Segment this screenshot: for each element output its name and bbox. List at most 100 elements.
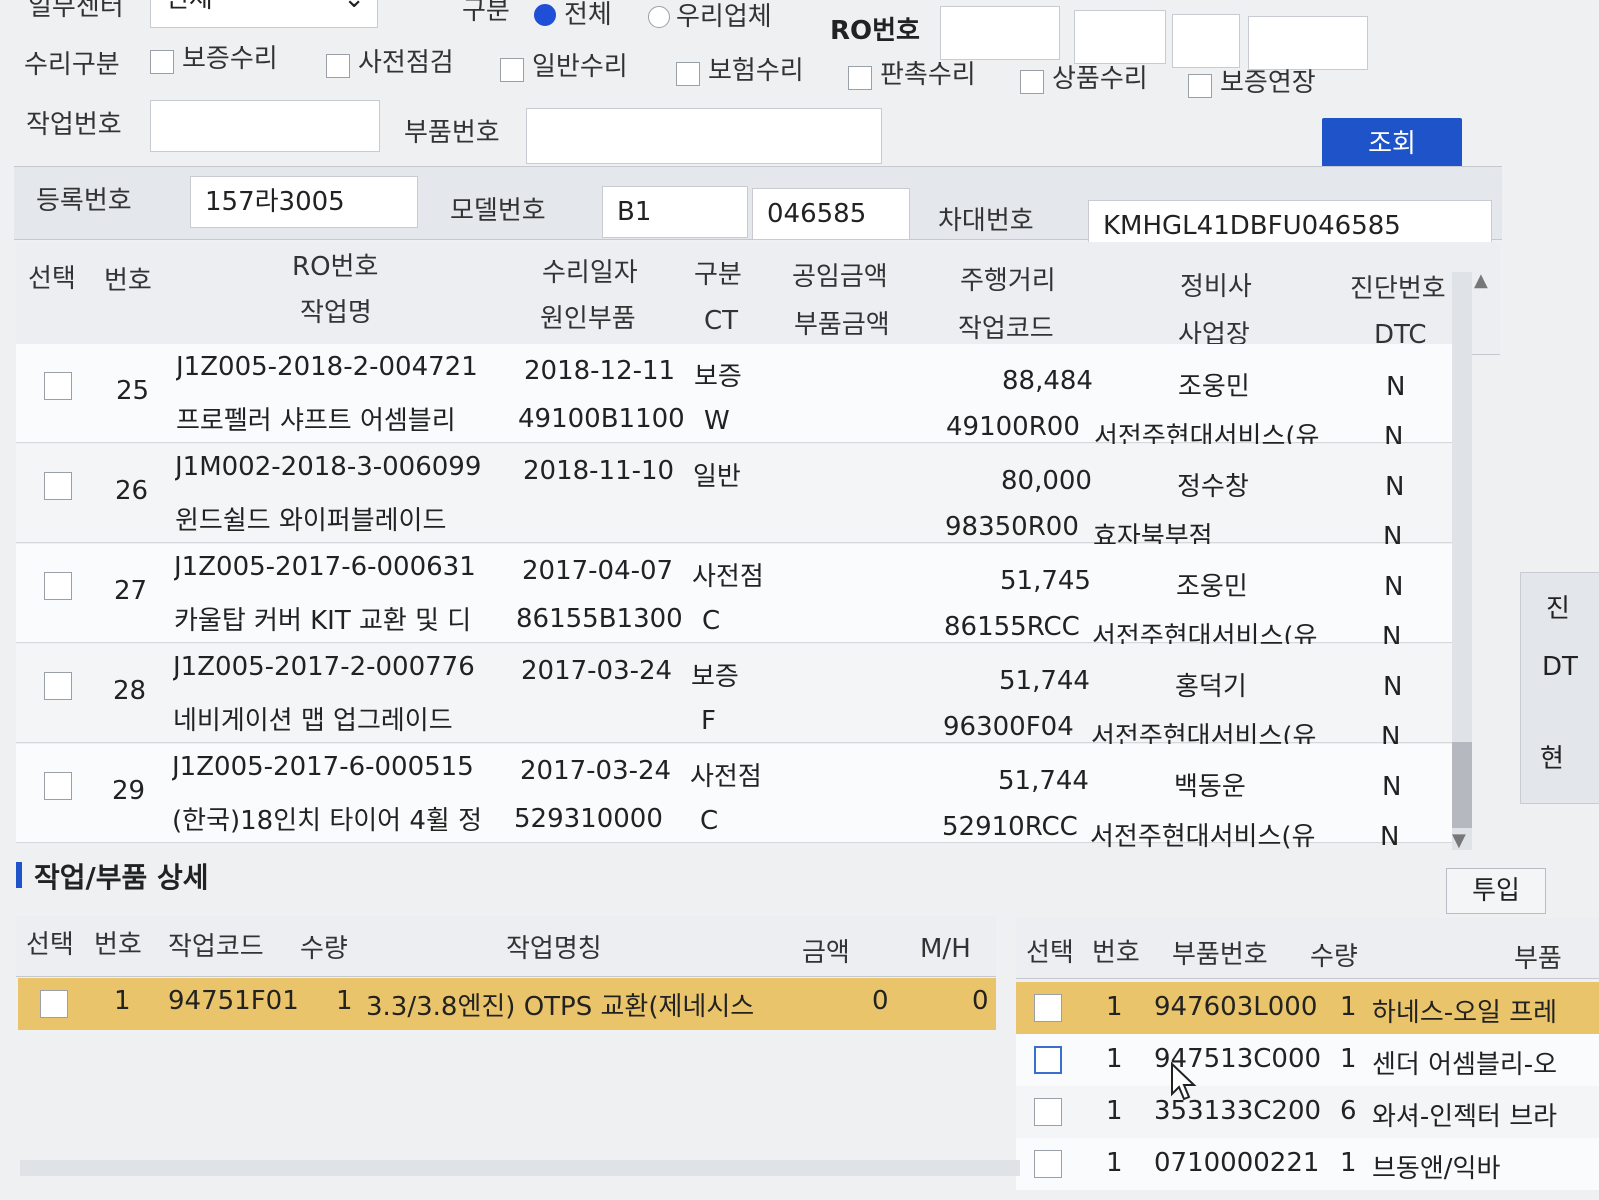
history-scrollbar-thumb[interactable]	[1452, 742, 1472, 828]
column-header: 수리일자	[542, 258, 638, 288]
top-filter-select-value: 전체	[165, 0, 213, 14]
work-cell-mh: 0	[972, 986, 989, 1016]
mouse-cursor-icon	[1171, 1062, 1197, 1101]
row-select-checkbox[interactable]	[44, 772, 72, 800]
history-cell-work: 카울탑 커버 KIT 교환 및 디	[174, 606, 472, 636]
history-cell-no: 26	[115, 476, 149, 506]
history-cell-mechanic: 백동운	[1174, 772, 1246, 802]
part-column-header: 수량	[1310, 942, 1358, 972]
repair-type-option: 일반수리	[532, 52, 628, 82]
history-cell-ct: F	[701, 706, 716, 736]
history-cell-cause: 86155B1300	[516, 604, 683, 634]
history-cell-diag: N	[1385, 472, 1405, 502]
repair-type-checkbox[interactable]	[1188, 74, 1212, 98]
repair-type-checkbox[interactable]	[848, 66, 872, 90]
work-cell-qty: 1	[336, 986, 353, 1016]
work-cell-no: 1	[114, 986, 131, 1016]
row-divider	[16, 542, 1452, 543]
row-select-checkbox[interactable]	[44, 572, 72, 600]
part-row-checkbox[interactable]	[1034, 994, 1062, 1022]
model-no-field-1[interactable]: B1	[602, 186, 748, 238]
part-cell-qty: 1	[1340, 992, 1357, 1022]
part-no-label: 부품번호	[404, 118, 500, 148]
history-cell-diag: N	[1383, 672, 1403, 702]
column-header: 진단번호	[1350, 274, 1446, 304]
part-cell-no: 1	[1106, 992, 1123, 1022]
history-cell-ro: J1M002-2018-3-006099	[175, 452, 482, 482]
row-select-checkbox[interactable]	[44, 372, 72, 400]
part-cell-qty: 1	[1340, 1044, 1357, 1074]
ro-input-2[interactable]	[1074, 10, 1166, 64]
side-tab-1[interactable]: 진	[1546, 588, 1570, 625]
column-header: 원인부품	[540, 304, 636, 334]
history-cell-gubun: 사전점	[690, 762, 762, 792]
repair-type-option: 보험수리	[708, 56, 804, 86]
search-button[interactable]: 조회	[1322, 118, 1462, 172]
column-header: CT	[704, 306, 739, 336]
ro-input-1[interactable]	[940, 6, 1060, 60]
gubun-radio-all[interactable]	[534, 4, 556, 26]
side-tab-3[interactable]: 현	[1540, 738, 1564, 775]
part-cell-qty: 1	[1340, 1148, 1357, 1178]
work-cell-amount: 0	[872, 986, 889, 1016]
part-cell-qty: 6	[1340, 1096, 1357, 1126]
history-cell-gubun: 보증	[691, 662, 739, 692]
ro-label: RO번호	[830, 16, 920, 46]
part-row-checkbox[interactable]	[1034, 1046, 1062, 1074]
history-cell-work: 프로펠러 샤프트 어셈블리	[176, 406, 456, 436]
input-button[interactable]: 투입	[1446, 868, 1546, 914]
part-row-checkbox[interactable]	[1034, 1150, 1062, 1178]
work-row-checkbox[interactable]	[40, 990, 68, 1018]
top-filter-select[interactable]: 전체 ⌄	[150, 0, 378, 28]
part-row-checkbox[interactable]	[1034, 1098, 1062, 1126]
repair-type-option: 보증연장	[1220, 68, 1316, 98]
row-select-checkbox[interactable]	[44, 672, 72, 700]
history-cell-mileage: 88,484	[1002, 366, 1093, 396]
vin-label: 차대번호	[938, 206, 1034, 236]
work-no-input[interactable]	[150, 100, 380, 152]
history-cell-mechanic: 홍덕기	[1175, 672, 1247, 702]
repair-type-checkbox[interactable]	[326, 54, 350, 78]
history-cell-code: 96300F04	[943, 712, 1074, 742]
horizontal-scrollbar[interactable]	[20, 1160, 1020, 1176]
repair-type-checkbox[interactable]	[1020, 70, 1044, 94]
scroll-up-icon[interactable]: ▲	[1474, 270, 1488, 291]
history-cell-date: 2017-03-24	[521, 656, 673, 686]
scroll-down-icon[interactable]: ▼	[1452, 830, 1466, 851]
repair-type-checkbox[interactable]	[500, 58, 524, 82]
history-cell-mileage: 51,744	[999, 666, 1090, 696]
history-cell-ct: W	[704, 406, 730, 436]
gubun-option-ours: 우리업체	[676, 2, 772, 32]
history-cell-code: 98350R00	[945, 512, 1079, 542]
history-cell-mechanic: 조웅민	[1176, 572, 1248, 602]
part-no-input[interactable]	[526, 108, 882, 164]
part-cell-no: 1	[1106, 1096, 1123, 1126]
section-marker	[16, 862, 22, 888]
history-cell-mileage: 80,000	[1001, 466, 1092, 496]
history-cell-no: 25	[116, 376, 150, 406]
repair-type-option: 상품수리	[1052, 64, 1148, 94]
repair-type-checkbox[interactable]	[150, 50, 174, 74]
history-cell-diag: N	[1384, 572, 1404, 602]
repair-type-option: 사전점검	[358, 48, 454, 78]
history-cell-date: 2017-04-07	[522, 556, 674, 586]
history-cell-gubun: 일반	[693, 462, 741, 492]
part-cell-name: 와셔-인젝터 브라	[1372, 1102, 1558, 1132]
history-cell-date: 2018-12-11	[524, 356, 676, 386]
work-cell-code: 94751F01	[168, 986, 299, 1016]
top-filter-label: 일부센터	[28, 0, 124, 22]
row-select-checkbox[interactable]	[44, 472, 72, 500]
ro-input-3[interactable]	[1172, 14, 1240, 68]
model-no-field-2[interactable]: 046585	[752, 188, 910, 240]
repair-type-option: 보증수리	[182, 44, 278, 74]
history-cell-shop: 서전주현대서비스(유	[1090, 822, 1316, 852]
gubun-radio-ours[interactable]	[648, 6, 670, 28]
history-cell-no: 29	[112, 776, 146, 806]
gubun-option-all: 전체	[564, 0, 612, 30]
history-cell-code: 52910RCC	[942, 812, 1078, 842]
repair-type-checkbox[interactable]	[676, 62, 700, 86]
reg-no-field[interactable]: 157라3005	[190, 176, 418, 228]
history-cell-ro: J1Z005-2017-2-000776	[173, 652, 475, 682]
side-tab-2[interactable]: DT	[1542, 652, 1578, 682]
history-cell-mechanic: 조웅민	[1178, 372, 1250, 402]
